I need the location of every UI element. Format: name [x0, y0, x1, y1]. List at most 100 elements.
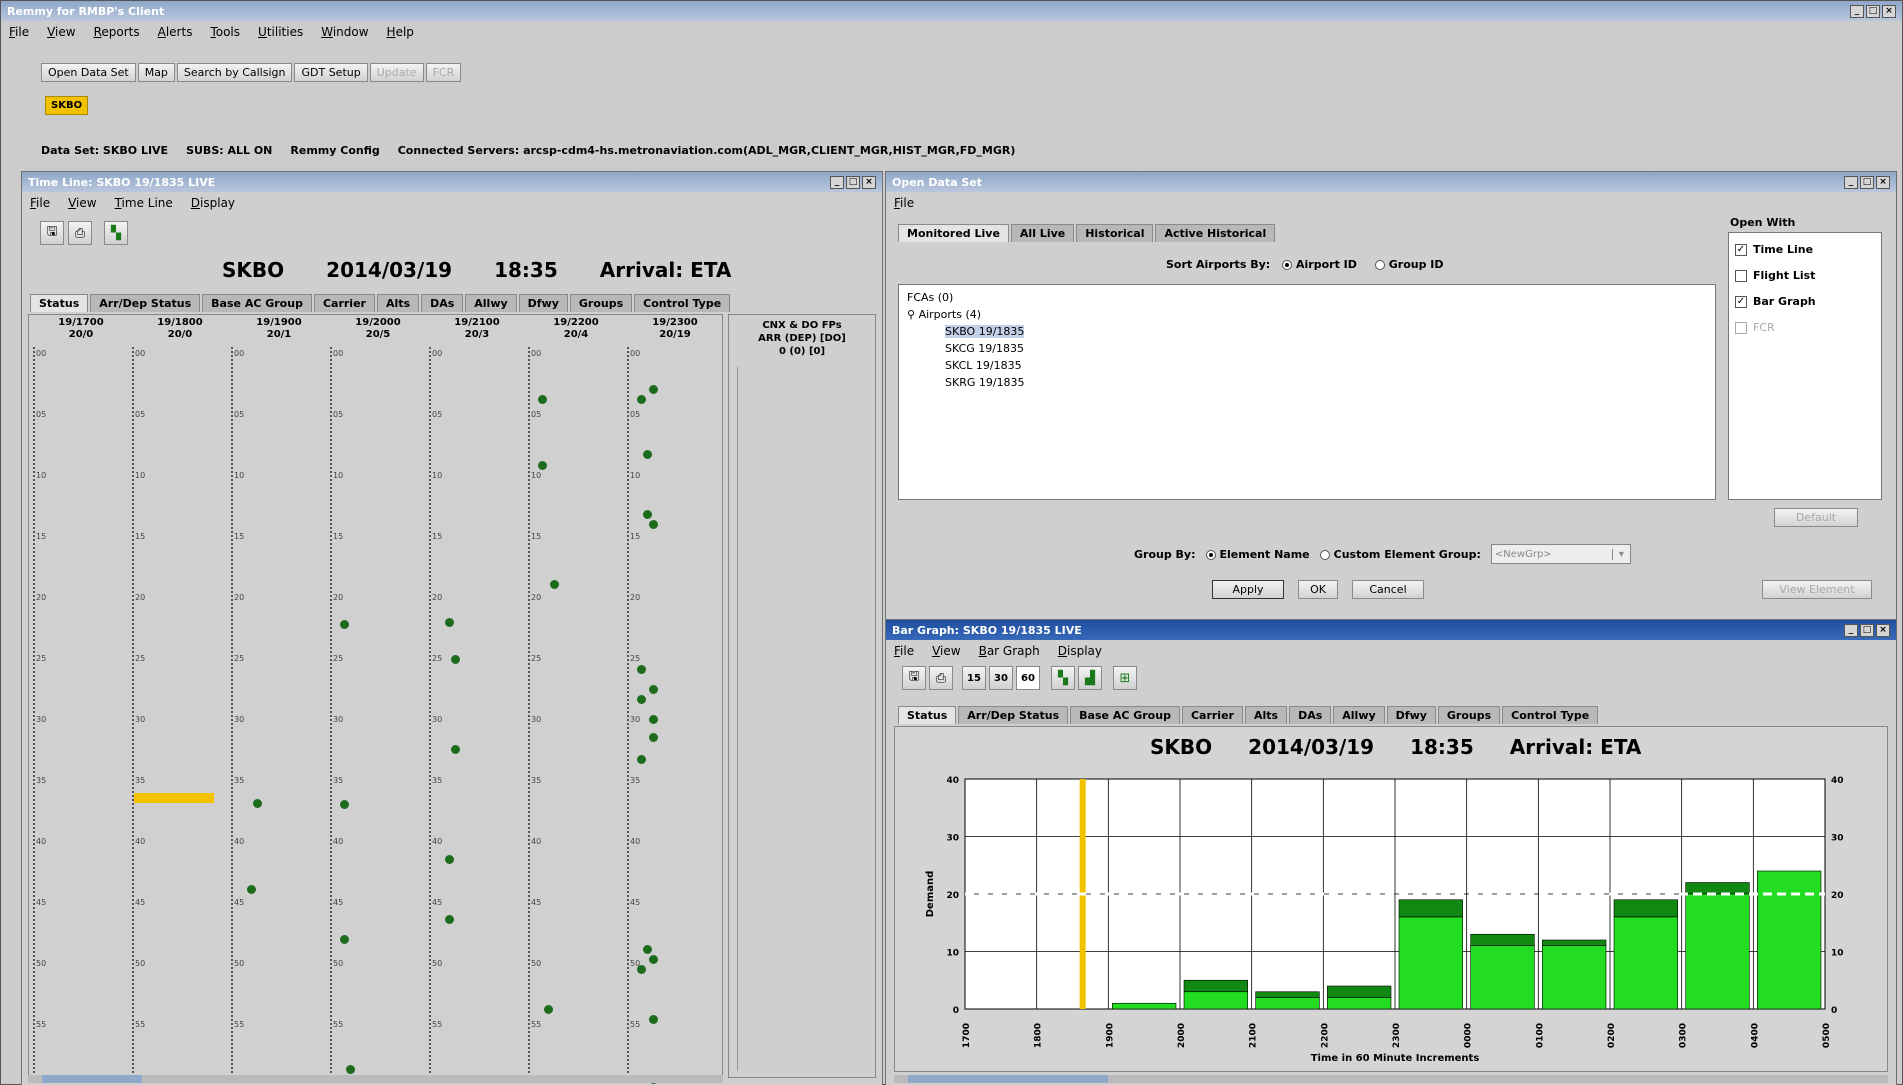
flight-marker[interactable]: [637, 695, 646, 704]
maximize-icon[interactable]: □: [1860, 175, 1874, 189]
flight-marker[interactable]: [643, 945, 652, 954]
flight-marker[interactable]: [637, 665, 646, 674]
tree-item[interactable]: SKCL 19/1835: [907, 357, 1707, 374]
open-data-set-button[interactable]: Open Data Set: [41, 63, 136, 82]
tl-menu-view[interactable]: View: [68, 196, 96, 210]
tl-menu-file[interactable]: File: [30, 196, 50, 210]
tab-active-historical[interactable]: Active Historical: [1155, 224, 1276, 242]
open-with-bar-graph[interactable]: ✓ Bar Graph: [1735, 289, 1875, 315]
flight-marker[interactable]: [340, 935, 349, 944]
tree-item[interactable]: SKBO 19/1835: [907, 323, 1707, 340]
tl-tab-control-type[interactable]: Control Type: [634, 294, 731, 312]
tl-tab-base-ac-group[interactable]: Base AC Group: [202, 294, 312, 312]
print-icon[interactable]: ⎙: [68, 221, 92, 245]
flight-marker[interactable]: [649, 715, 658, 724]
tree-fcas[interactable]: FCAs (0): [907, 289, 1707, 306]
bg-tab-base-ac-group[interactable]: Base AC Group: [1070, 706, 1180, 724]
apply-button[interactable]: Apply: [1212, 580, 1284, 599]
tl-tab-status[interactable]: Status: [30, 294, 89, 312]
interval-60-button[interactable]: 60: [1016, 666, 1040, 690]
bg-menu-display[interactable]: Display: [1058, 644, 1102, 658]
menu-window[interactable]: Window: [321, 25, 368, 39]
maximize-icon[interactable]: □: [846, 175, 860, 189]
flight-marker[interactable]: [544, 1005, 553, 1014]
flight-marker[interactable]: [346, 1065, 355, 1074]
tl-tab-carrier[interactable]: Carrier: [313, 294, 375, 312]
minimize-icon[interactable]: _: [1850, 4, 1864, 18]
timeline-hscrollbar[interactable]: [28, 1075, 723, 1083]
flight-marker[interactable]: [649, 385, 658, 394]
minimize-icon[interactable]: _: [1844, 175, 1858, 189]
flight-marker[interactable]: [643, 450, 652, 459]
print-icon[interactable]: ⎙: [929, 666, 953, 690]
close-icon[interactable]: ×: [1876, 175, 1890, 189]
sort-group-radio[interactable]: Group ID: [1374, 258, 1444, 271]
flight-marker[interactable]: [451, 655, 460, 664]
maximize-icon[interactable]: □: [1866, 4, 1880, 18]
minimize-icon[interactable]: _: [830, 175, 844, 189]
flight-marker[interactable]: [538, 461, 547, 470]
tab-all-live[interactable]: All Live: [1010, 224, 1075, 242]
menu-reports[interactable]: Reports: [94, 25, 140, 39]
tab-monitored-live[interactable]: Monitored Live: [898, 224, 1009, 242]
tl-tab-das[interactable]: DAs: [421, 294, 464, 312]
bg-tab-control-type[interactable]: Control Type: [1502, 706, 1599, 724]
view-element-button[interactable]: View Element: [1762, 580, 1872, 599]
flight-marker[interactable]: [649, 685, 658, 694]
tl-tab-arr-dep-status[interactable]: Arr/Dep Status: [90, 294, 201, 312]
tree-item[interactable]: SKCG 19/1835: [907, 340, 1707, 357]
group-element-radio[interactable]: Element Name: [1205, 548, 1310, 561]
tl-tab-allwy[interactable]: Allwy: [465, 294, 517, 312]
airport-tag[interactable]: SKBO: [45, 96, 89, 115]
sort-airport-radio[interactable]: Airport ID: [1282, 258, 1357, 271]
tree-airports[interactable]: ⚲ Airports (4): [907, 306, 1707, 323]
menu-help[interactable]: Help: [387, 25, 414, 39]
gdt-setup-button[interactable]: GDT Setup: [294, 63, 368, 82]
fcr-button[interactable]: FCR: [425, 63, 462, 82]
close-icon[interactable]: ×: [1882, 4, 1896, 18]
menu-alerts[interactable]: Alerts: [158, 25, 193, 39]
bg-menu-view[interactable]: View: [932, 644, 960, 658]
bg-menu-bargraph[interactable]: Bar Graph: [979, 644, 1040, 658]
flight-marker[interactable]: [340, 620, 349, 629]
remmy-config-link[interactable]: Remmy Config: [290, 144, 379, 157]
bg-tab-dfwy[interactable]: Dfwy: [1386, 706, 1436, 724]
bg-menu-file[interactable]: File: [894, 644, 914, 658]
menu-file[interactable]: File: [9, 25, 29, 39]
bg-tab-status[interactable]: Status: [898, 706, 957, 724]
bg-tab-carrier[interactable]: Carrier: [1181, 706, 1243, 724]
save-icon[interactable]: 🖫: [902, 666, 926, 690]
flight-marker[interactable]: [451, 745, 460, 754]
tl-tab-groups[interactable]: Groups: [569, 294, 633, 312]
default-button[interactable]: Default: [1774, 508, 1858, 527]
tl-tab-alts[interactable]: Alts: [376, 294, 420, 312]
flight-marker[interactable]: [445, 915, 454, 924]
maximize-icon[interactable]: □: [1860, 623, 1874, 637]
open-with-fcr[interactable]: FCR: [1735, 315, 1875, 341]
menu-utilities[interactable]: Utilities: [258, 25, 303, 39]
cancel-button[interactable]: Cancel: [1352, 580, 1424, 599]
flight-marker[interactable]: [253, 799, 262, 808]
flight-marker[interactable]: [637, 965, 646, 974]
flight-marker[interactable]: [247, 885, 256, 894]
ok-button[interactable]: OK: [1298, 580, 1338, 599]
flight-marker[interactable]: [649, 733, 658, 742]
group-custom-radio[interactable]: Custom Element Group:: [1319, 548, 1481, 561]
close-icon[interactable]: ×: [1876, 623, 1890, 637]
flight-marker[interactable]: [637, 755, 646, 764]
open-with-timeline[interactable]: ✓ Time Line: [1735, 237, 1875, 263]
map-button[interactable]: Map: [137, 63, 175, 82]
bg-tab-allwy[interactable]: Allwy: [1333, 706, 1385, 724]
menu-view[interactable]: View: [47, 25, 75, 39]
tab-historical[interactable]: Historical: [1076, 224, 1154, 242]
search-callsign-button[interactable]: Search by Callsign: [176, 63, 293, 82]
tl-tab-dfwy[interactable]: Dfwy: [518, 294, 568, 312]
save-icon[interactable]: 🖫: [40, 221, 64, 245]
interval-15-button[interactable]: 15: [962, 666, 986, 690]
flight-marker[interactable]: [649, 955, 658, 964]
flight-marker[interactable]: [445, 618, 454, 627]
sort-icon[interactable]: ▚: [1051, 666, 1075, 690]
flight-marker[interactable]: [550, 580, 559, 589]
flight-marker[interactable]: [643, 510, 652, 519]
custom-group-select[interactable]: <NewGrp> ▾: [1490, 544, 1631, 564]
